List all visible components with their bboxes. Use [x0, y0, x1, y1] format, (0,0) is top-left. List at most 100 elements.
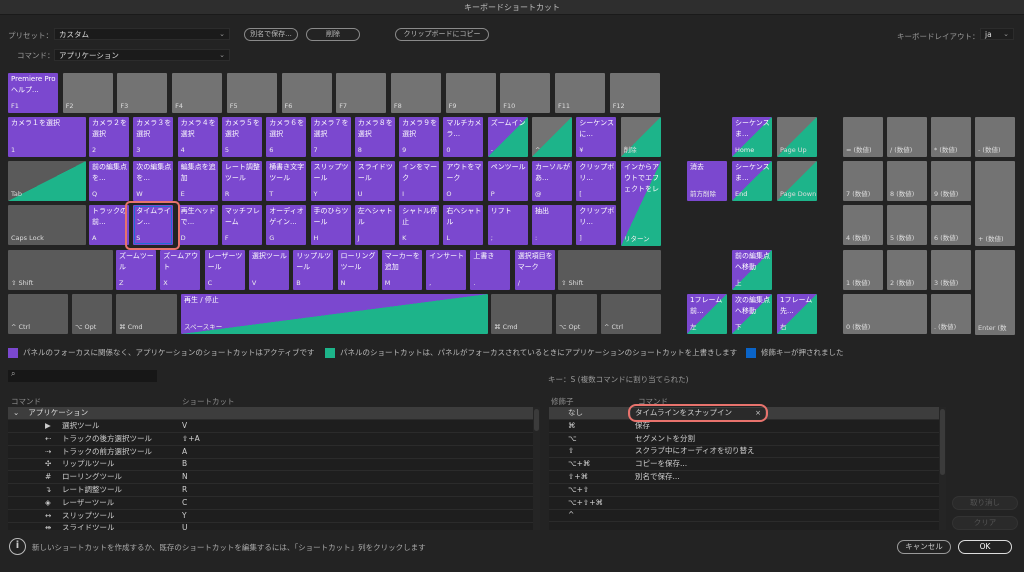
key-⌥-opt[interactable]: ⌥ Opt — [72, 294, 112, 334]
key-e[interactable]: 編集点を追加 E — [177, 161, 218, 201]
key-f12[interactable]: F12 — [609, 73, 660, 113]
shortcut-cell[interactable]: A — [182, 446, 187, 458]
save-as-button[interactable]: 別名で保存... — [244, 28, 298, 41]
key--[interactable]: ズームイン - — [487, 117, 528, 157]
key-3[interactable]: カメラ３を選択 3 — [133, 117, 174, 157]
key-,[interactable]: インサート, — [426, 250, 467, 290]
key-+-(数値)[interactable]: + (数値) — [975, 161, 1015, 246]
copy-clipboard-button[interactable]: クリップボードにコピー — [395, 28, 489, 41]
search-input[interactable]: ⌕ — [8, 369, 157, 382]
key-q[interactable]: 前の編集点を... Q — [89, 161, 129, 201]
command-select[interactable]: アプリケーション ⌄ — [54, 49, 230, 61]
command-row[interactable]: ✣ リップルツール B — [8, 458, 533, 472]
key-caps-lock[interactable]: Caps Lock — [8, 205, 86, 245]
key-f6[interactable]: F6 — [281, 73, 332, 113]
key-o[interactable]: アウトをマーク O — [443, 161, 484, 201]
key-リターン[interactable]: インからアウトでエフェクトをレンダリングリターン — [621, 161, 661, 246]
key-n[interactable]: ローリングツール N — [337, 250, 378, 290]
key-w[interactable]: 次の編集点を... W — [133, 161, 174, 201]
key-削除[interactable]: 削除 — [620, 117, 661, 157]
key-^[interactable]: ^ — [532, 117, 572, 157]
key-^-ctrl[interactable]: ^ Ctrl — [8, 294, 68, 334]
command-row[interactable]: ◈ レーザーツール C — [8, 497, 533, 510]
delete-button[interactable]: 削除 — [306, 28, 360, 41]
modifier-row[interactable]: ⌥+⌘ コピーを保存... — [549, 458, 939, 472]
key-⌘-cmd[interactable]: ⌘ Cmd — [116, 294, 177, 334]
modifier-row[interactable]: ⇧ スクラブ中にオーディオを切り替え — [549, 445, 939, 459]
key-5-(数値)[interactable]: 5 (数値) — [887, 205, 927, 245]
key-4-(数値)[interactable]: 4 (数値) — [843, 205, 883, 245]
key-l[interactable]: 右へシャトル L — [443, 205, 484, 245]
key-@[interactable]: カーソルがあ... @ — [532, 161, 572, 201]
key-k[interactable]: シャトル停止 K — [399, 205, 440, 245]
key-*-(数値)[interactable]: * (数値) — [931, 117, 971, 157]
key-右[interactable]: 1フレーム先... 右 — [777, 294, 817, 334]
modifier-row[interactable]: ⌥+⇧+⌘ — [549, 497, 939, 510]
key-6[interactable]: カメラ６を選択 6 — [266, 117, 307, 157]
key-3-(数値)[interactable]: 3 (数値) — [931, 250, 971, 290]
undo-button[interactable]: 取り消し — [952, 496, 1018, 510]
key-左[interactable]: 1フレーム前... 左 — [687, 294, 727, 334]
command-row[interactable]: ↔ スリップツール Y — [8, 510, 533, 523]
key-¥[interactable]: シーケンスに... ¥ — [576, 117, 617, 157]
key-5[interactable]: カメラ５を選択 5 — [221, 117, 262, 157]
key-2-(数値)[interactable]: 2 (数値) — [887, 250, 927, 290]
key-1[interactable]: カメラ１を選択 1 — [8, 117, 86, 157]
key-0[interactable]: マルチカメラ... 0 — [443, 117, 484, 157]
command-row[interactable]: ↴ レート調整ツール R — [8, 484, 533, 497]
key-g[interactable]: オーディオゲイン... G — [266, 205, 307, 245]
key-f2[interactable]: F2 — [62, 73, 113, 113]
layout-select[interactable]: ja ⌄ — [980, 28, 1014, 40]
key-x[interactable]: ズームアウト X — [160, 250, 201, 290]
key-][interactable]: クリップボリ...] — [576, 205, 617, 245]
command-row[interactable]: ⇠ トラックの後方選択ツール ⇧+A — [8, 433, 533, 446]
scrollbar[interactable] — [533, 407, 540, 530]
key-スペースキー[interactable]: 再生 / 停止 スペースキー — [181, 294, 488, 334]
key-[[interactable]: クリップボリ... [ — [576, 161, 617, 201]
key-f11[interactable]: F11 — [555, 73, 605, 113]
command-row[interactable]: ▶ 選択ツール V — [8, 420, 533, 433]
key-6-(数値)[interactable]: 6 (数値) — [931, 205, 971, 245]
key-z[interactable]: ズームツール Z — [116, 250, 156, 290]
key-h[interactable]: 手のひらツール H — [310, 205, 351, 245]
key---(数値)[interactable]: - (数値) — [975, 117, 1015, 157]
modifier-row[interactable]: ⌥ セグメントを分割 — [549, 433, 939, 446]
key-f1[interactable]: Premiere Pro ヘルプ... F1 — [8, 73, 58, 113]
key-⇧-shift[interactable]: ⇧ Shift — [558, 250, 661, 290]
key-:[interactable]: 抽出: — [532, 205, 572, 245]
key-1-(数値)[interactable]: 1 (数値) — [843, 250, 883, 290]
key-d[interactable]: 再生ヘッドで... D — [177, 205, 218, 245]
key-i[interactable]: インをマーク I — [399, 161, 440, 201]
key-b[interactable]: リップルツール B — [293, 250, 334, 290]
shortcut-cell[interactable]: V — [182, 420, 187, 432]
key-f5[interactable]: F5 — [226, 73, 277, 113]
key-end[interactable]: シーケンスま... End — [732, 161, 772, 201]
shortcut-cell[interactable]: ⇧+A — [182, 433, 200, 445]
key-^-ctrl[interactable]: ^ Ctrl — [601, 294, 661, 334]
key-p[interactable]: ペンツール P — [487, 161, 528, 201]
key-y[interactable]: スリップツール Y — [310, 161, 351, 201]
key-f10[interactable]: F10 — [500, 73, 551, 113]
scrollbar[interactable] — [939, 407, 946, 530]
key-f4[interactable]: F4 — [172, 73, 223, 113]
key-⌥-opt[interactable]: ⌥ Opt — [556, 294, 597, 334]
key-0-(数値)[interactable]: 0 (数値) — [843, 294, 927, 334]
key-.-(数値)[interactable]: . (数値) — [931, 294, 971, 334]
clear-button[interactable]: クリア — [952, 516, 1018, 530]
key-前方削除[interactable]: 消去 前方削除 — [687, 161, 727, 201]
key-7-(数値)[interactable]: 7 (数値) — [843, 161, 883, 201]
key-2[interactable]: カメラ２を選択 2 — [89, 117, 129, 157]
shortcut-cell[interactable]: B — [182, 458, 187, 470]
key-7[interactable]: カメラ７を選択 7 — [310, 117, 351, 157]
key-⌘-cmd[interactable]: ⌘ Cmd — [491, 294, 552, 334]
key-a[interactable]: トラックの前... A — [89, 205, 129, 245]
key-t[interactable]: 横書き文字ツール T — [266, 161, 307, 201]
command-row[interactable]: ⇹ スライドツール U — [8, 522, 533, 530]
key-enter-(数[interactable]: Enter (数 — [975, 250, 1015, 335]
modifier-row[interactable]: ⇧+⌘ 別名で保存... — [549, 471, 939, 484]
shortcut-cell[interactable]: U — [182, 522, 188, 530]
cancel-button[interactable]: キャンセル — [897, 540, 951, 554]
key-tab[interactable]: Tab — [8, 161, 86, 201]
key-9-(数値)[interactable]: 9 (数値) — [931, 161, 971, 201]
modifier-row[interactable]: ⌥+⇧ — [549, 484, 939, 497]
